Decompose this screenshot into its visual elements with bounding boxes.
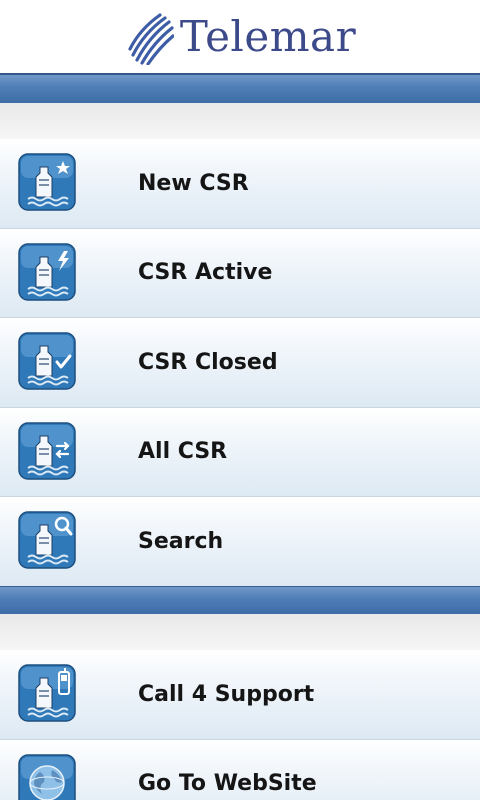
- menu-item-label: Go To WebSite: [138, 771, 317, 797]
- ship-all-icon: [18, 421, 76, 480]
- app-header: Telemar: [0, 0, 480, 73]
- menu-item-label: All CSR: [138, 439, 228, 465]
- menu-item-label: New CSR: [138, 170, 249, 196]
- menu-item-csr-closed[interactable]: CSR Closed: [0, 318, 480, 408]
- menu-item-go-to-website[interactable]: Go To WebSite: [0, 739, 480, 800]
- menu-item-call-support[interactable]: Call 4 Support: [0, 650, 480, 740]
- spacer-top: [0, 103, 480, 139]
- ship-closed-icon: [18, 332, 76, 390]
- ship-search-icon: [18, 511, 76, 569]
- globe-icon: [18, 753, 76, 800]
- header-divider-band: [0, 73, 480, 103]
- logo-text: Telemar: [179, 11, 357, 61]
- ship-active-icon: [18, 242, 76, 301]
- telemar-logo-mark-icon: [128, 12, 174, 65]
- main-menu: New CSR CSR Active CSR Closed All CSR Se…: [0, 139, 480, 587]
- menu-item-label: Call 4 Support: [138, 681, 315, 707]
- menu-item-new-csr[interactable]: New CSR: [0, 139, 480, 229]
- menu-item-search[interactable]: Search: [0, 497, 480, 587]
- spacer-middle: [0, 614, 480, 650]
- menu-item-all-csr[interactable]: All CSR: [0, 407, 480, 497]
- menu-item-label: CSR Closed: [138, 349, 278, 375]
- ship-new-icon: [18, 153, 76, 211]
- extra-menu: Call 4 Support Go To WebSite: [0, 650, 480, 800]
- menu-item-label: Search: [138, 528, 224, 554]
- section-divider-band: [0, 586, 480, 614]
- ship-phone-icon: [18, 664, 76, 722]
- telemar-logo: Telemar: [124, 9, 356, 65]
- screen: Telemar New CSR CSR Active CSR Closed Al…: [0, 0, 480, 800]
- menu-item-label: CSR Active: [138, 260, 273, 286]
- menu-item-csr-active[interactable]: CSR Active: [0, 228, 480, 318]
